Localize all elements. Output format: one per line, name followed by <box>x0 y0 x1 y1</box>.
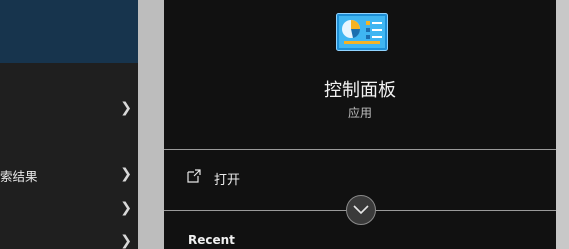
search-results-list: ❯ 索结果 ❯ ❯ ❯ <box>0 0 138 249</box>
app-title: 控制面板 <box>324 80 396 101</box>
selected-result-item[interactable] <box>0 0 138 63</box>
list-item-label: 索结果 <box>0 169 38 184</box>
panel-gutter <box>138 0 164 249</box>
list-item[interactable]: 索结果 ❯ <box>0 162 138 186</box>
open-button[interactable]: 打开 <box>164 160 556 194</box>
list-item[interactable]: ❯ <box>0 229 138 249</box>
app-type-label: 应用 <box>347 106 372 120</box>
recent-heading: Recent <box>188 233 235 247</box>
chevron-down-icon <box>353 205 369 215</box>
list-item[interactable]: ❯ <box>0 196 138 220</box>
control-panel-icon <box>336 13 388 51</box>
app-preview-panel: 控制面板 应用 打开 Recent <box>164 0 556 249</box>
chevron-right-icon: ❯ <box>120 200 132 216</box>
open-external-icon <box>187 169 201 183</box>
window-edge <box>556 0 569 249</box>
list-item[interactable]: ❯ <box>0 96 138 120</box>
divider <box>164 149 556 150</box>
chevron-right-icon: ❯ <box>120 166 132 182</box>
open-label: 打开 <box>214 173 241 188</box>
expand-button[interactable] <box>346 195 376 225</box>
chevron-right-icon: ❯ <box>120 100 132 116</box>
chevron-right-icon: ❯ <box>120 233 132 249</box>
